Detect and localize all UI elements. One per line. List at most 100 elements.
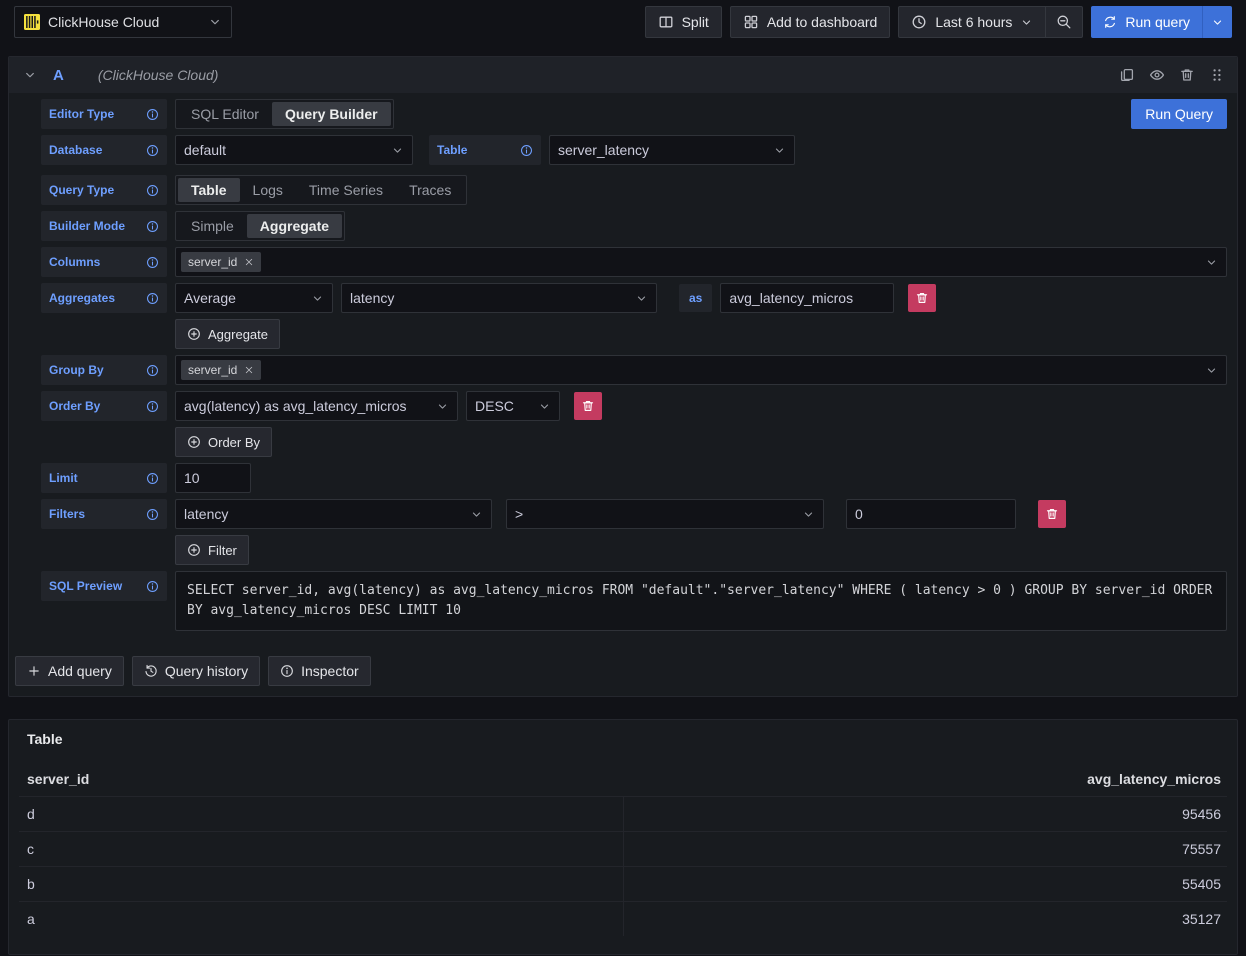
collapse-chevron-icon[interactable] [23, 68, 37, 82]
info-icon[interactable] [146, 400, 159, 413]
time-zoom-out-button[interactable] [1046, 6, 1083, 38]
table-header-row: server_id avg_latency_micros [19, 762, 1227, 797]
limit-row: Limit [41, 463, 1227, 493]
chevron-down-icon [436, 400, 449, 413]
run-query-interval-dropdown[interactable] [1202, 6, 1232, 38]
column-chip: server_id [181, 252, 261, 272]
plus-circle-icon [187, 327, 201, 341]
remove-chip-icon[interactable] [244, 365, 254, 375]
info-icon[interactable] [146, 144, 159, 157]
columns-label: Columns [41, 247, 167, 277]
info-icon[interactable] [146, 364, 159, 377]
time-range-picker[interactable]: Last 6 hours [898, 6, 1046, 38]
info-icon[interactable] [146, 184, 159, 197]
filter-value-input[interactable] [846, 499, 1016, 529]
builder-mode-option-aggregate[interactable]: Aggregate [247, 214, 342, 238]
drag-handle-icon[interactable] [1209, 67, 1225, 83]
query-type-option-logs[interactable]: Logs [240, 178, 296, 202]
as-label: as [679, 284, 712, 312]
run-query-split-button: Run query [1091, 6, 1232, 38]
info-icon[interactable] [146, 292, 159, 305]
chevron-down-icon [1211, 16, 1224, 29]
database-select[interactable]: default [175, 135, 413, 165]
info-icon[interactable] [146, 256, 159, 269]
add-filter-button[interactable]: Filter [175, 535, 249, 565]
order-by-expression-select[interactable]: avg(latency) as avg_latency_micros [175, 391, 458, 421]
builder-mode-option-simple[interactable]: Simple [178, 214, 247, 238]
filters-label: Filters [41, 499, 167, 529]
query-editor-footer: Add query Query history Inspector [15, 656, 1227, 686]
cell-avg-latency: 35127 [623, 902, 1227, 937]
group-by-row: Group By server_id [41, 355, 1227, 385]
hide-query-icon[interactable] [1149, 67, 1165, 83]
table-row: b 55405 [19, 867, 1227, 902]
column-header-avg-latency-micros[interactable]: avg_latency_micros [623, 762, 1227, 797]
trash-icon [581, 399, 595, 413]
builder-mode-label: Builder Mode [41, 211, 167, 241]
chevron-down-icon [1205, 364, 1218, 377]
info-icon[interactable] [146, 580, 159, 593]
chevron-down-icon [635, 292, 648, 305]
remove-chip-icon[interactable] [244, 257, 254, 267]
add-aggregate-button[interactable]: Aggregate [175, 319, 280, 349]
datasource-picker[interactable]: ClickHouse Cloud [14, 6, 232, 38]
add-to-dashboard-button[interactable]: Add to dashboard [730, 6, 891, 38]
filter-operator-select[interactable]: > [506, 499, 824, 529]
sql-preview-label: SQL Preview [41, 571, 167, 601]
query-type-row: Query Type Table Logs Time Series Traces [41, 175, 1227, 205]
cell-server-id: a [19, 902, 623, 937]
editor-type-option-sql-editor[interactable]: SQL Editor [178, 102, 272, 126]
editor-type-radio-group: SQL Editor Query Builder [175, 99, 394, 129]
info-icon[interactable] [146, 108, 159, 121]
editor-type-row: Editor Type SQL Editor Query Builder Run… [41, 99, 1227, 129]
table-row: a 35127 [19, 902, 1227, 937]
history-icon [144, 664, 158, 678]
order-by-label: Order By [41, 391, 167, 421]
aggregate-column-select[interactable]: latency [341, 283, 657, 313]
limit-input[interactable] [175, 463, 251, 493]
columns-multiselect[interactable]: server_id [175, 247, 1227, 277]
aggregates-label: Aggregates [41, 283, 167, 313]
run-query-panel-button[interactable]: Run Query [1131, 99, 1227, 129]
run-query-button[interactable]: Run query [1091, 6, 1202, 38]
table-panel: Table server_id avg_latency_micros d 954… [8, 719, 1238, 955]
remove-aggregate-button[interactable] [908, 284, 936, 312]
filter-column-select[interactable]: latency [175, 499, 492, 529]
sql-preview-code: SELECT server_id, avg(latency) as avg_la… [175, 571, 1227, 631]
split-button[interactable]: Split [645, 6, 722, 38]
editor-type-option-query-builder[interactable]: Query Builder [272, 102, 391, 126]
trash-icon [915, 291, 929, 305]
remove-filter-button[interactable] [1038, 500, 1066, 528]
query-type-option-traces[interactable]: Traces [396, 178, 464, 202]
delete-query-icon[interactable] [1179, 67, 1195, 83]
chevron-down-icon [391, 144, 404, 157]
order-by-direction-select[interactable]: DESC [466, 391, 560, 421]
query-history-button[interactable]: Query history [132, 656, 260, 686]
plus-circle-icon [187, 435, 201, 449]
group-by-multiselect[interactable]: server_id [175, 355, 1227, 385]
duplicate-query-icon[interactable] [1119, 67, 1135, 83]
order-by-expression-value: avg(latency) as avg_latency_micros [184, 398, 407, 414]
info-icon[interactable] [146, 472, 159, 485]
add-to-dashboard-label: Add to dashboard [767, 14, 878, 30]
info-icon[interactable] [520, 144, 533, 157]
query-type-option-table[interactable]: Table [178, 178, 240, 202]
inspector-button[interactable]: Inspector [268, 656, 371, 686]
chevron-down-icon [470, 508, 483, 521]
table-select[interactable]: server_latency [549, 135, 795, 165]
query-type-option-time-series[interactable]: Time Series [296, 178, 396, 202]
table-label: Table [429, 135, 541, 165]
column-header-server-id[interactable]: server_id [19, 762, 623, 797]
aggregate-alias-input[interactable] [720, 283, 894, 313]
add-filter-row: Filter [41, 535, 1227, 565]
add-query-button[interactable]: Add query [15, 656, 124, 686]
aggregate-function-select[interactable]: Average [175, 283, 333, 313]
info-circle-icon [280, 664, 294, 678]
group-by-label: Group By [41, 355, 167, 385]
info-icon[interactable] [146, 220, 159, 233]
add-order-by-button[interactable]: Order By [175, 427, 272, 457]
info-icon[interactable] [146, 508, 159, 521]
remove-order-by-button[interactable] [574, 392, 602, 420]
sql-preview-row: SQL Preview SELECT server_id, avg(latenc… [41, 571, 1227, 631]
order-by-row: Order By avg(latency) as avg_latency_mic… [41, 391, 1227, 421]
